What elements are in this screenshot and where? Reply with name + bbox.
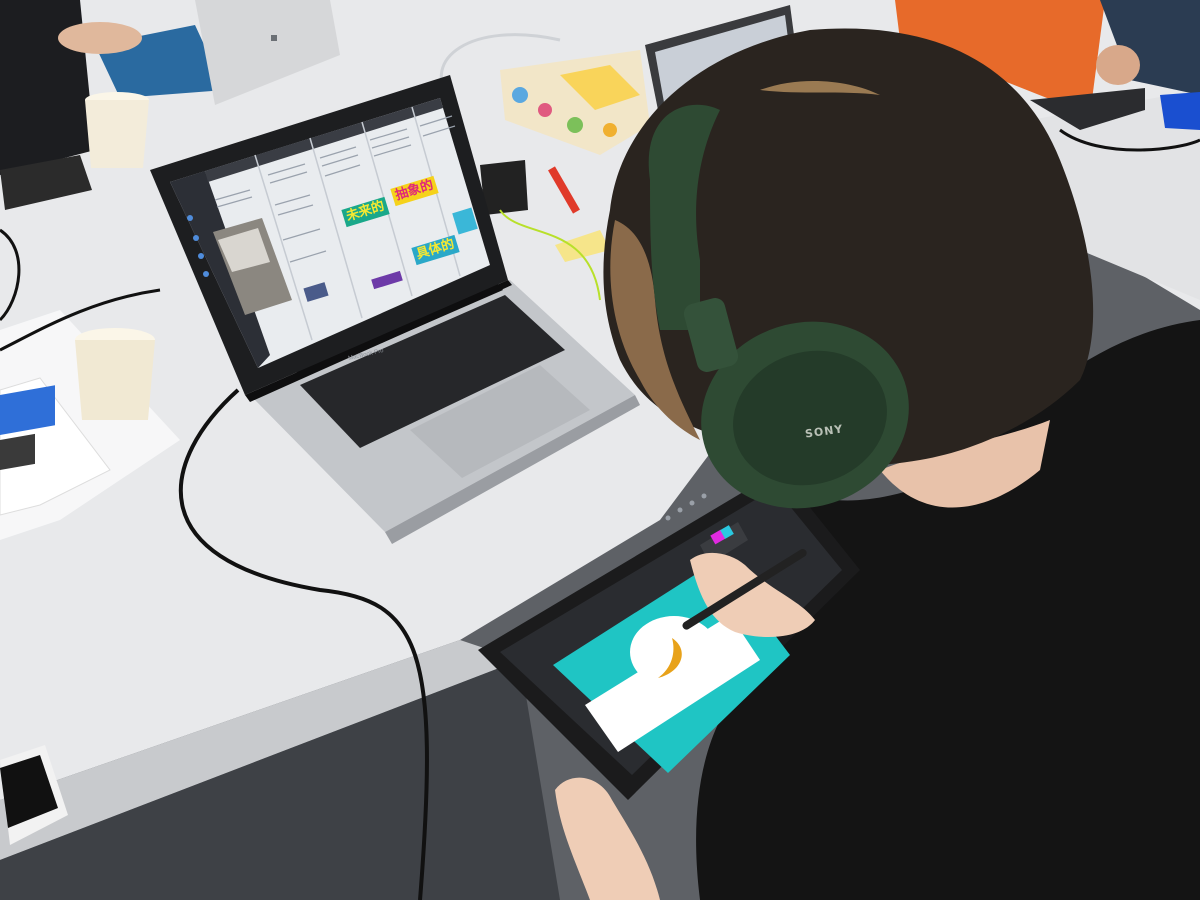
- holding-hand: [555, 777, 660, 900]
- person-drawing: [478, 28, 1200, 900]
- tablet-toolbar-icons: [665, 493, 707, 521]
